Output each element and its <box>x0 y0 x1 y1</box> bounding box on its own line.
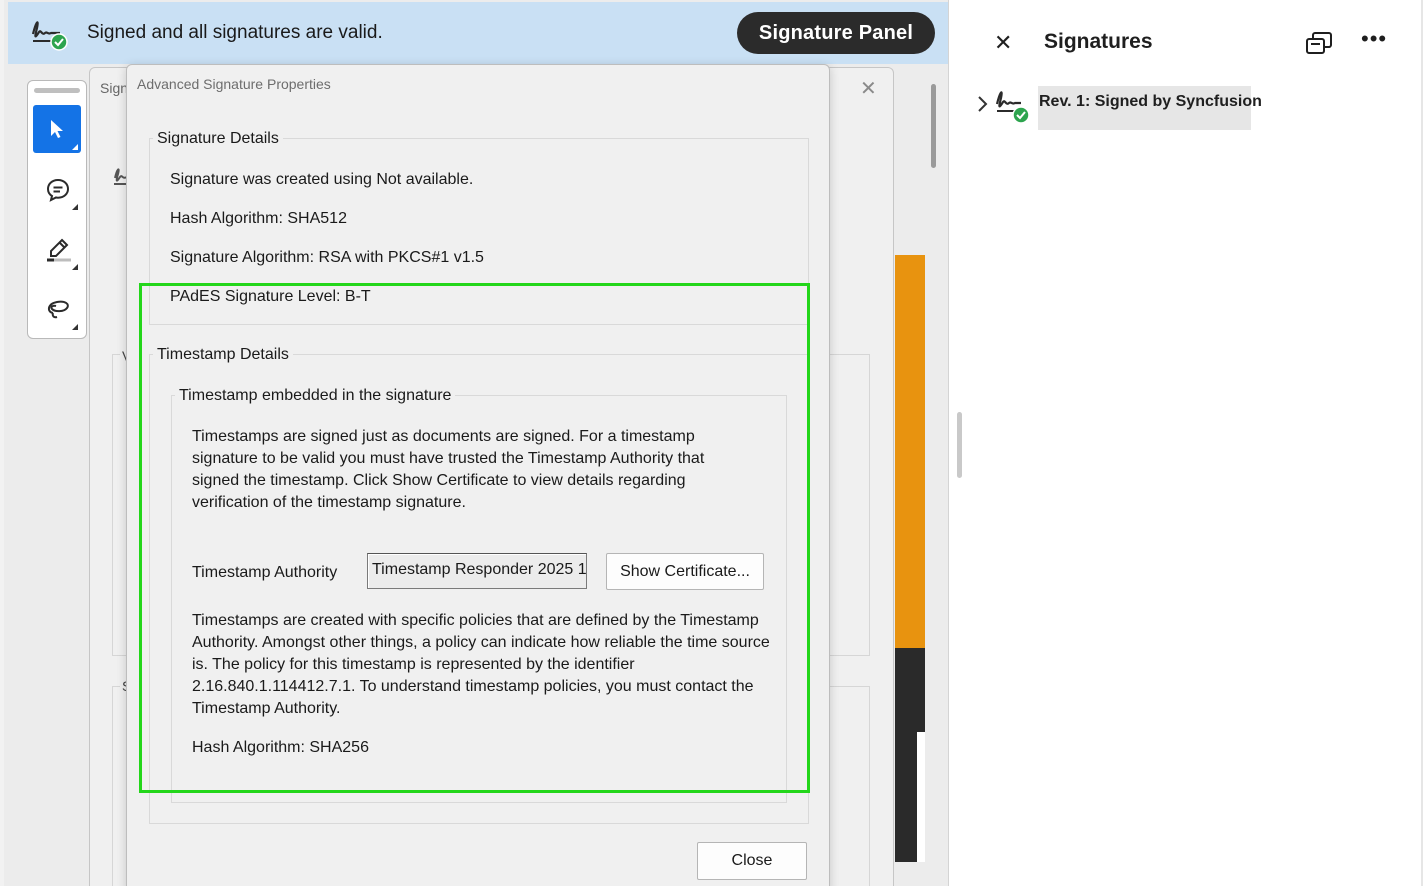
signature-status-text: Signed and all signatures are valid. <box>87 22 383 43</box>
new-window-icon[interactable] <box>1305 30 1333 61</box>
timestamp-embedded-label: Timestamp embedded in the signature <box>175 387 456 405</box>
close-button[interactable]: Close <box>697 842 807 880</box>
timestamp-authority-label: Timestamp Authority <box>192 564 338 581</box>
signature-list-item-label: Rev. 1: Signed by Syncfusion <box>1039 93 1262 110</box>
tool-rail <box>27 80 87 339</box>
show-certificate-button[interactable]: Show Certificate... <box>606 553 764 590</box>
signature-valid-icon <box>994 86 1034 131</box>
select-tool-button[interactable] <box>33 105 81 153</box>
document-page-fragment <box>895 255 925 648</box>
highlight-tool-button[interactable] <box>33 225 81 273</box>
timestamp-details-label: Timestamp Details <box>153 346 293 364</box>
signature-algorithm-text: Signature Algorithm: RSA with PKCS#1 v1.… <box>170 249 484 266</box>
more-options-icon[interactable]: ••• <box>1361 26 1387 52</box>
timestamp-policy-text: Timestamps are created with specific pol… <box>192 612 770 717</box>
tool-menu-corner-icon <box>72 324 78 330</box>
tool-menu-corner-icon <box>72 204 78 210</box>
signatures-pane: ✕ Signatures ••• Rev. 1: Signed by Syncf… <box>948 0 1423 886</box>
cursor-arrow-icon <box>51 120 63 138</box>
document-page-fragment <box>917 732 925 862</box>
timestamp-hash-algorithm-text: Hash Algorithm: SHA256 <box>192 739 369 756</box>
signature-panel-button[interactable]: Signature Panel <box>737 12 935 54</box>
lasso-draw-icon <box>47 300 69 319</box>
dialog-title: Advanced Signature Properties <box>137 76 331 92</box>
hash-algorithm-text: Hash Algorithm: SHA512 <box>170 210 347 227</box>
tool-menu-corner-icon <box>72 264 78 270</box>
comment-tool-button[interactable] <box>33 165 81 213</box>
viewer-scrollbar[interactable] <box>931 84 936 168</box>
signature-valid-icon <box>30 14 72 52</box>
draw-tool-button[interactable] <box>33 285 81 333</box>
signature-status-bar: Signed and all signatures are valid. Sig… <box>8 2 948 64</box>
advanced-signature-properties-dialog: Advanced Signature Properties Signature … <box>126 64 830 886</box>
pane-title: Signatures <box>1044 30 1153 53</box>
tool-menu-corner-icon <box>72 144 78 150</box>
timestamp-authority-field[interactable]: Timestamp Responder 2025 1 <box>367 553 587 589</box>
signature-list-item-highlight: Rev. 1: Signed by Syncfusion <box>1038 86 1262 130</box>
signature-details-label: Signature Details <box>153 130 283 148</box>
close-icon[interactable]: ✕ <box>994 30 1012 56</box>
pane-resize-handle[interactable] <box>957 412 962 478</box>
close-icon[interactable]: ✕ <box>860 76 877 101</box>
comment-icon <box>46 178 70 202</box>
signature-list-item[interactable]: Rev. 1: Signed by Syncfusion <box>973 84 1262 131</box>
timestamp-validity-text: Timestamps are signed just as documents … <box>192 428 705 511</box>
dialog-title: Sign <box>100 80 129 96</box>
created-using-text: Signature was created using Not availabl… <box>170 171 474 188</box>
rail-drag-handle[interactable] <box>34 88 80 93</box>
pen-highlight-icon <box>47 238 71 262</box>
pades-level-text: PAdES Signature Level: B-T <box>170 288 371 305</box>
chevron-right-icon[interactable] <box>977 94 989 119</box>
